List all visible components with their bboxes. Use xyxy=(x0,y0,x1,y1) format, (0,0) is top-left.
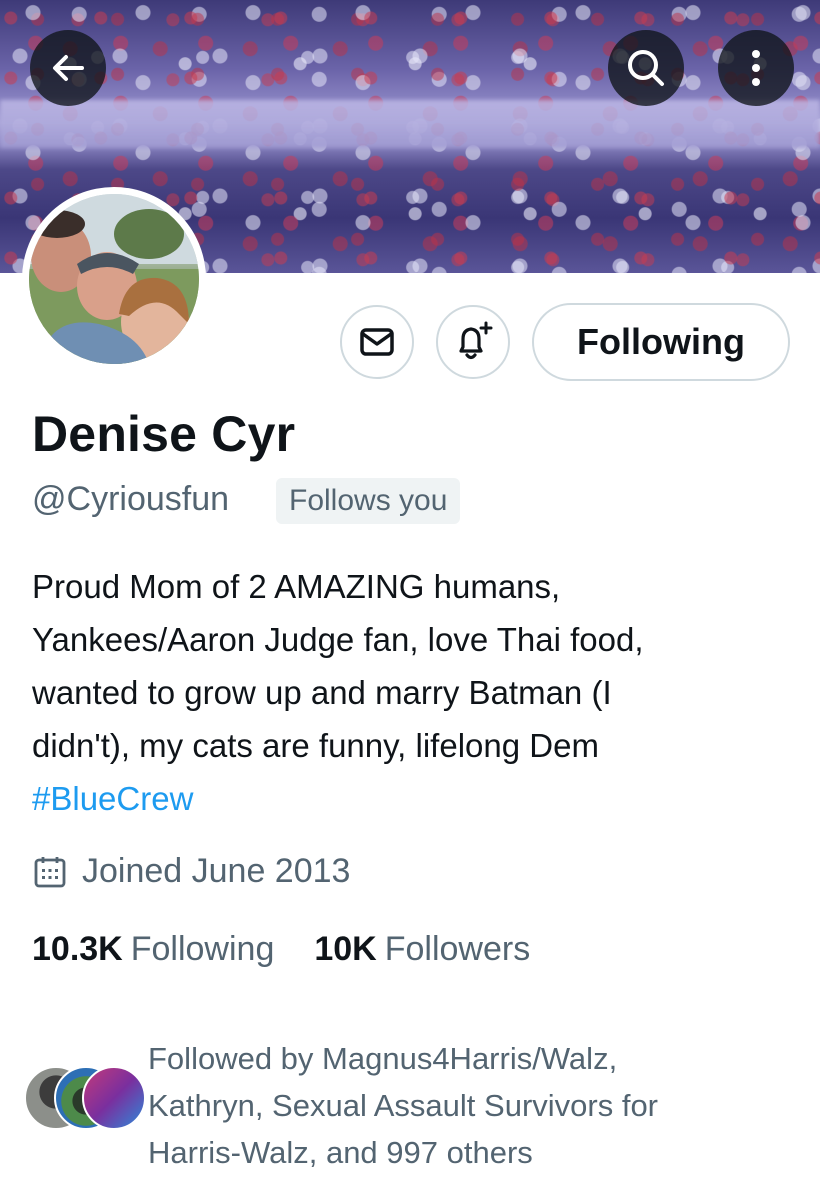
profile-handle: @Cyriousfun xyxy=(32,480,230,518)
bio-line: Yankees/Aaron Judge fan, love Thai food, xyxy=(32,621,644,658)
following-stat-label: Following xyxy=(130,930,275,968)
followed-by-line: Harris-Walz, and 997 others xyxy=(148,1135,533,1170)
followers-stat-label: Followers xyxy=(384,930,531,968)
back-button[interactable] xyxy=(30,30,106,106)
bio-line: didn't), my cats are funny, lifelong Dem xyxy=(32,727,599,764)
envelope-icon xyxy=(360,328,394,356)
following-button-label: Following xyxy=(577,321,745,362)
banner-stadium-band xyxy=(0,100,820,148)
more-button[interactable] xyxy=(718,30,794,106)
bio-line: wanted to grow up and marry Batman (I xyxy=(32,674,612,711)
arrow-left-icon xyxy=(53,55,84,81)
bio-line: Proud Mom of 2 AMAZING humans, xyxy=(32,568,561,605)
profile-avatar[interactable] xyxy=(22,187,206,371)
bell-plus-icon xyxy=(459,321,493,360)
search-icon xyxy=(628,50,664,86)
avatar-photo xyxy=(29,194,199,364)
message-button[interactable] xyxy=(340,305,414,379)
followers-count: 10K xyxy=(314,930,377,968)
followers-stat[interactable]: 10K Followers xyxy=(314,930,530,969)
hashtag-link[interactable]: #BlueCrew xyxy=(32,772,802,825)
mutual-avatar xyxy=(82,1066,146,1130)
more-vertical-icon xyxy=(752,50,760,86)
avatar-illustration xyxy=(29,194,199,364)
following-stat[interactable]: 10.3K Following xyxy=(32,930,274,969)
following-button[interactable]: Following xyxy=(532,303,790,381)
followed-by-text[interactable]: Followed by Magnus4Harris/Walz, Kathryn,… xyxy=(148,1035,788,1176)
joined-date: Joined June 2013 xyxy=(32,852,350,891)
search-button[interactable] xyxy=(608,30,684,106)
notifications-button[interactable] xyxy=(436,305,510,379)
profile-bio: Proud Mom of 2 AMAZING humans, Yankees/A… xyxy=(32,560,802,825)
follows-you-badge: Follows you xyxy=(276,478,461,524)
followed-by-line: Followed by Magnus4Harris/Walz, xyxy=(148,1041,618,1076)
mutual-avatars[interactable] xyxy=(24,1066,146,1130)
joined-text: Joined June 2013 xyxy=(82,852,351,890)
profile-stats: 10.3K Following 10K Followers xyxy=(32,930,530,969)
followed-by-line: Kathryn, Sexual Assault Survivors for xyxy=(148,1088,659,1123)
display-name: Denise Cyr xyxy=(32,406,296,462)
calendar-icon xyxy=(34,856,66,887)
following-count: 10.3K xyxy=(32,930,123,968)
